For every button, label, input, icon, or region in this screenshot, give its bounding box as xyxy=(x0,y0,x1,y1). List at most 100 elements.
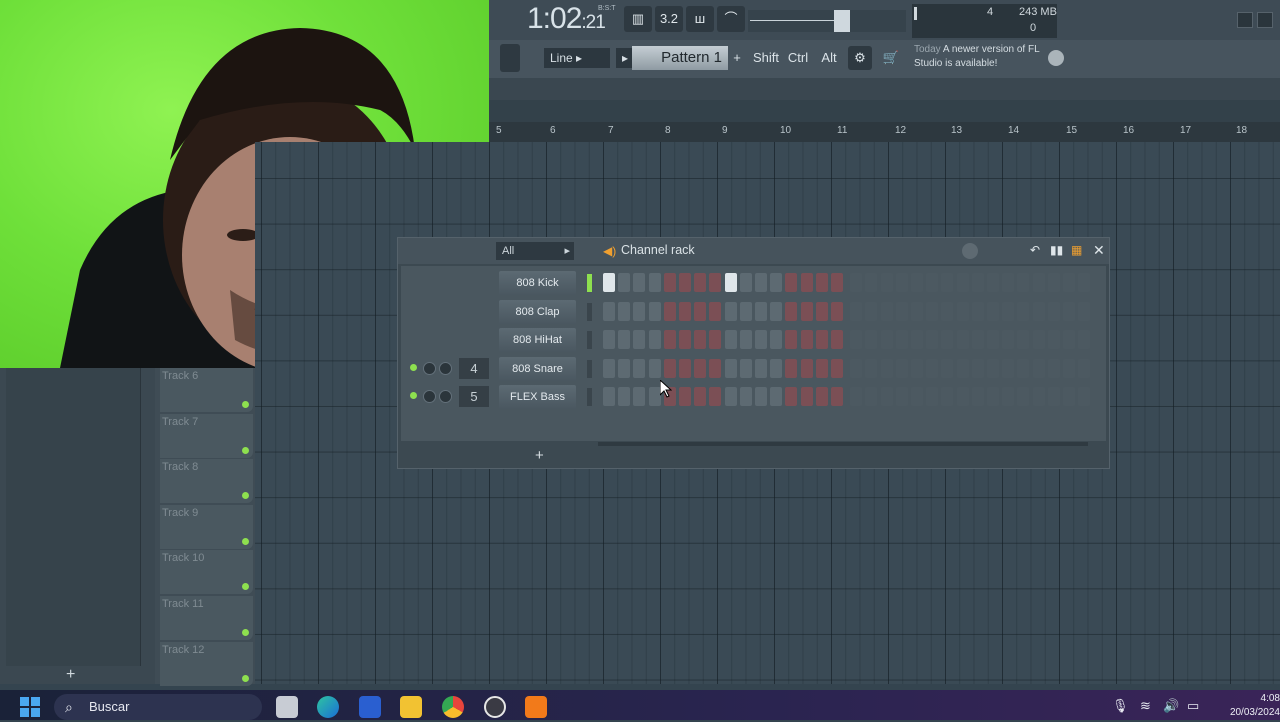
rack-scrollbar[interactable] xyxy=(598,442,1088,446)
track-header[interactable]: Track 6 xyxy=(160,368,253,412)
step-button[interactable] xyxy=(971,387,984,407)
step-button[interactable] xyxy=(770,358,783,378)
step-button[interactable] xyxy=(633,387,646,407)
step-button[interactable] xyxy=(694,387,707,407)
step-button[interactable] xyxy=(1078,330,1091,350)
taskbar-clock[interactable]: 4:08 20/03/2024 xyxy=(1222,692,1280,720)
step-button[interactable] xyxy=(663,301,676,321)
maximize-button[interactable] xyxy=(1257,12,1273,28)
step-button[interactable] xyxy=(785,301,798,321)
step-button[interactable] xyxy=(895,387,908,407)
step-button[interactable] xyxy=(1032,330,1045,350)
step-button[interactable] xyxy=(739,301,752,321)
step-button[interactable] xyxy=(663,330,676,350)
step-button[interactable] xyxy=(724,273,737,292)
step-button[interactable] xyxy=(815,273,828,292)
chrome-icon[interactable] xyxy=(442,696,464,718)
step-button[interactable] xyxy=(1078,273,1091,292)
step-button[interactable] xyxy=(1017,358,1030,378)
windows-start-icon[interactable] xyxy=(20,697,40,717)
add-track-button[interactable]: + xyxy=(66,666,75,684)
step-button[interactable] xyxy=(987,387,999,407)
step-button[interactable] xyxy=(971,330,984,350)
step-button[interactable] xyxy=(895,330,908,350)
step-button[interactable] xyxy=(987,358,999,378)
step-button[interactable] xyxy=(709,301,722,321)
step-button[interactable] xyxy=(648,330,661,350)
step-button[interactable] xyxy=(1017,330,1030,350)
step-button[interactable] xyxy=(895,301,908,321)
step-button[interactable] xyxy=(1078,301,1091,321)
step-button[interactable] xyxy=(1078,358,1091,378)
shift-key-button[interactable]: Shift xyxy=(752,46,780,70)
step-button[interactable] xyxy=(850,387,863,407)
channel-volume-knob[interactable] xyxy=(439,361,452,375)
step-button[interactable] xyxy=(1063,301,1075,321)
plugin-picker-icon[interactable]: ⚙ xyxy=(848,46,872,70)
step-button[interactable] xyxy=(755,387,767,407)
pattern-selector[interactable]: Pattern 1 xyxy=(632,46,728,70)
mixer-track-number[interactable]: 5 xyxy=(459,386,489,408)
step-button[interactable] xyxy=(911,387,923,407)
swing-knob-icon[interactable] xyxy=(962,243,978,259)
step-button[interactable] xyxy=(926,273,939,292)
step-button[interactable] xyxy=(926,301,939,321)
channel-name-button[interactable]: FLEX Bass xyxy=(499,385,576,410)
step-button[interactable] xyxy=(785,330,798,350)
step-button[interactable] xyxy=(663,273,676,292)
step-button[interactable] xyxy=(800,358,813,378)
obs-icon[interactable] xyxy=(484,696,506,718)
step-button[interactable] xyxy=(1032,358,1045,378)
master-pitch-slider[interactable] xyxy=(748,10,906,32)
track-header[interactable]: Track 10 xyxy=(160,550,253,595)
ctrl-key-button[interactable]: Ctrl xyxy=(786,46,810,70)
step-button[interactable] xyxy=(956,358,969,378)
step-button[interactable] xyxy=(755,358,767,378)
step-button[interactable] xyxy=(633,301,646,321)
recording-mode-select[interactable]: Line ▸ xyxy=(544,48,610,68)
wait-for-input-icon[interactable]: ш xyxy=(686,6,714,32)
mixer-track-number[interactable]: 4 xyxy=(459,357,489,379)
step-button[interactable] xyxy=(1032,301,1045,321)
step-button[interactable] xyxy=(618,273,631,292)
step-button[interactable] xyxy=(679,273,691,292)
step-button[interactable] xyxy=(770,273,783,292)
step-button[interactable] xyxy=(739,273,752,292)
step-button[interactable] xyxy=(815,358,828,378)
channel-filter-select[interactable]: All ▸ xyxy=(496,242,574,260)
step-button[interactable] xyxy=(865,273,878,292)
step-button[interactable] xyxy=(724,330,737,350)
step-button[interactable] xyxy=(739,330,752,350)
track-mute-led[interactable] xyxy=(242,583,249,591)
step-button[interactable] xyxy=(709,387,722,407)
step-button[interactable] xyxy=(755,330,767,350)
step-button[interactable] xyxy=(739,387,752,407)
step-button[interactable] xyxy=(709,273,722,292)
microphone-icon[interactable] xyxy=(500,44,520,72)
step-button[interactable] xyxy=(800,330,813,350)
channel-select-indicator[interactable] xyxy=(587,302,592,321)
step-button[interactable] xyxy=(1002,387,1015,407)
step-button[interactable] xyxy=(911,358,923,378)
step-edit-button[interactable]: 3.2 xyxy=(655,6,683,32)
shop-icon[interactable]: 🛒 xyxy=(880,46,902,70)
step-button[interactable] xyxy=(724,387,737,407)
news-hint[interactable]: Today A newer version of FL Studio is av… xyxy=(914,43,1044,71)
channel-mute-led[interactable] xyxy=(410,363,417,371)
battery-icon[interactable]: ▭ xyxy=(1187,698,1199,714)
step-button[interactable] xyxy=(880,387,893,407)
step-button[interactable] xyxy=(1047,387,1060,407)
step-button[interactable] xyxy=(694,301,707,321)
channel-name-button[interactable]: 808 Kick xyxy=(499,271,576,295)
step-button[interactable] xyxy=(648,358,661,378)
step-button[interactable] xyxy=(941,301,954,321)
step-button[interactable] xyxy=(603,273,615,292)
step-button[interactable] xyxy=(755,273,767,292)
step-button[interactable] xyxy=(770,387,783,407)
track-mute-led[interactable] xyxy=(242,537,249,545)
step-button[interactable] xyxy=(694,330,707,350)
step-button[interactable] xyxy=(679,387,691,407)
step-button[interactable] xyxy=(618,358,631,378)
step-button[interactable] xyxy=(1078,387,1091,407)
step-button[interactable] xyxy=(926,330,939,350)
